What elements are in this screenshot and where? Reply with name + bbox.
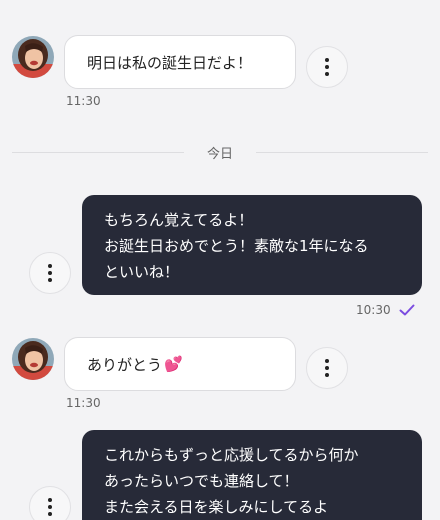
message-bubble-outgoing[interactable]: これからもずっと応援してるから何か あったらいつでも連絡して！ また会える日を楽… xyxy=(82,430,422,520)
date-divider-label: 今日 xyxy=(206,147,234,162)
two-hearts-emoji: 💕 xyxy=(164,355,183,373)
message-timestamp: 10:30 xyxy=(356,303,391,317)
contact-avatar[interactable] xyxy=(12,338,54,380)
message-options-button[interactable] xyxy=(29,486,71,520)
message-text-line: といいね！ xyxy=(104,263,180,281)
message-text: 明日は私の誕生日だよ！ xyxy=(87,53,253,72)
message-timestamp: 11:30 xyxy=(66,94,101,108)
message-text-line: これからもずっと応援してるから何か xyxy=(104,446,359,464)
message-bubble-incoming[interactable]: 明日は私の誕生日だよ！ xyxy=(64,35,296,89)
more-vertical-icon xyxy=(48,498,52,516)
more-vertical-icon xyxy=(48,264,52,282)
more-vertical-icon xyxy=(325,58,329,76)
message-text: ありがとう xyxy=(87,355,163,374)
chat-thread: 明日は私の誕生日だよ！ 11:30 今日 もちろん覚えてるよ！ お誕生日おめでと… xyxy=(0,0,440,520)
message-text-line: お誕生日おめでとう！素敵な1年になる xyxy=(104,237,369,255)
message-bubble-outgoing[interactable]: もちろん覚えてるよ！ お誕生日おめでとう！素敵な1年になる といいね！ xyxy=(82,195,422,295)
message-options-button[interactable] xyxy=(29,252,71,294)
check-icon xyxy=(399,304,415,316)
message-text-line: もちろん覚えてるよ！ xyxy=(104,211,254,229)
more-vertical-icon xyxy=(325,359,329,377)
contact-avatar[interactable] xyxy=(12,36,54,78)
message-timestamp: 11:30 xyxy=(66,396,101,410)
date-divider: 今日 xyxy=(12,147,428,162)
message-text-line: あったらいつでも連絡して！ xyxy=(104,472,299,490)
message-text-line: また会える日を楽しみにしてるよ xyxy=(104,498,329,516)
message-options-button[interactable] xyxy=(306,46,348,88)
message-bubble-incoming[interactable]: ありがとう 💕 xyxy=(64,337,296,391)
message-options-button[interactable] xyxy=(306,347,348,389)
